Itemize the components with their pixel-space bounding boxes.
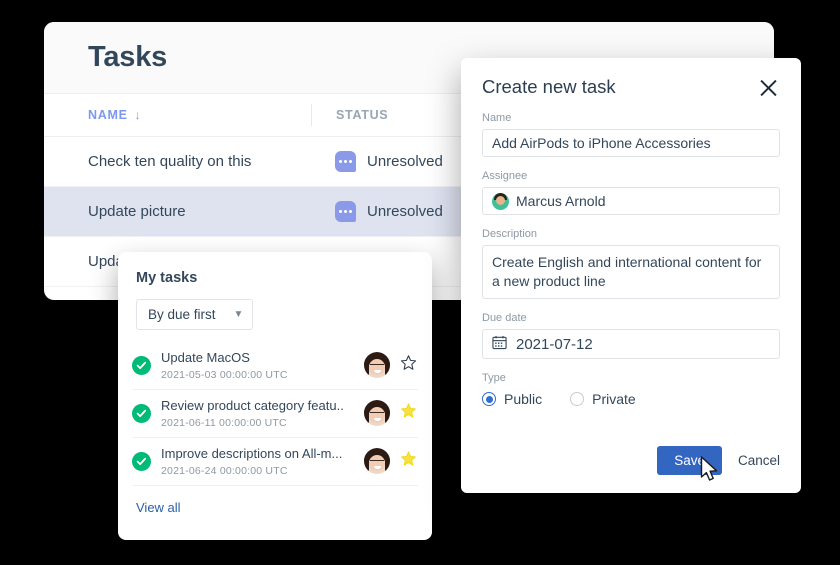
my-tasks-panel: My tasks By due first ▼ Update MacOS 202… <box>118 252 432 540</box>
column-header-name[interactable]: NAME ↓ <box>44 108 311 122</box>
star-filled-icon[interactable] <box>398 450 418 472</box>
comment-bubble-icon <box>335 151 356 172</box>
sort-dropdown[interactable]: By due first ▼ <box>136 299 254 330</box>
field-type: Type Public Private <box>482 372 780 407</box>
task-name: Review product category featu.. <box>161 398 344 413</box>
field-label-assignee: Assignee <box>482 170 528 182</box>
modal-actions: Save Cancel <box>657 446 780 475</box>
task-status-label: Unresolved <box>367 203 443 220</box>
my-tasks-list: Update MacOS 2021-05-03 00:00:00 UTC Rev… <box>118 342 432 486</box>
field-label-name: Name <box>482 112 512 124</box>
avatar <box>364 352 390 378</box>
field-name: Name Add AirPods to iPhone Accessories <box>482 112 780 157</box>
name-input[interactable]: Add AirPods to iPhone Accessories <box>482 129 780 157</box>
avatar <box>364 448 390 474</box>
sort-dropdown-label: By due first <box>148 307 216 322</box>
radio-public-label: Public <box>504 391 543 407</box>
radio-public[interactable]: Public <box>482 391 542 407</box>
sort-descending-icon[interactable]: ↓ <box>135 108 142 122</box>
list-item-text: Review product category featu.. 2021-06-… <box>161 397 360 429</box>
field-label-type: Type <box>482 372 506 384</box>
page-title: Tasks <box>88 41 168 73</box>
modal-header: Create new task <box>482 58 780 99</box>
assignee-input-value: Marcus Arnold <box>516 193 606 209</box>
due-date-value: 2021-07-12 <box>516 335 593 353</box>
radio-public-dot[interactable] <box>482 392 496 406</box>
description-input-value: Create English and international content… <box>492 254 762 289</box>
task-due-date: 2021-05-03 00:00:00 UTC <box>161 369 288 381</box>
task-due-date: 2021-06-11 00:00:00 UTC <box>161 417 287 429</box>
view-all-link[interactable]: View all <box>118 486 432 515</box>
my-tasks-title: My tasks <box>136 270 198 286</box>
close-icon[interactable] <box>758 77 780 99</box>
check-circle-icon[interactable] <box>132 355 151 375</box>
column-header-name-label: NAME <box>88 108 128 122</box>
column-header-status[interactable]: STATUS <box>311 104 388 126</box>
task-name: Update picture <box>88 203 186 220</box>
assignee-input[interactable]: Marcus Arnold <box>482 187 780 215</box>
avatar <box>492 192 509 210</box>
task-name: Check ten quality on this <box>88 153 252 170</box>
radio-private-dot[interactable] <box>570 392 585 406</box>
comment-bubble-icon <box>335 201 356 222</box>
star-outline-icon[interactable] <box>398 354 418 376</box>
radio-private[interactable]: Private <box>570 391 636 407</box>
task-status: Unresolved <box>311 201 443 222</box>
task-status-label: Unresolved <box>367 153 443 170</box>
screenshot-stage: Tasks NAME ↓ STATUS Check ten quality on… <box>0 0 840 565</box>
radio-private-label: Private <box>592 391 636 407</box>
chevron-down-icon: ▼ <box>233 309 244 320</box>
task-due-date: 2021-06-24 00:00:00 UTC <box>161 465 288 477</box>
create-task-modal: Create new task Name Add AirPods to iPho… <box>461 58 801 493</box>
check-circle-icon[interactable] <box>132 451 151 471</box>
calendar-icon <box>492 335 507 353</box>
check-circle-icon[interactable] <box>132 403 151 423</box>
list-item[interactable]: Improve descriptions on All-m... 2021-06… <box>132 438 418 486</box>
modal-title: Create new task <box>482 76 616 97</box>
due-date-input[interactable]: 2021-07-12 <box>482 329 780 359</box>
star-filled-icon[interactable] <box>398 402 418 424</box>
list-item[interactable]: Update MacOS 2021-05-03 00:00:00 UTC <box>132 342 418 390</box>
list-item[interactable]: Review product category featu.. 2021-06-… <box>132 390 418 438</box>
field-label-due-date: Due date <box>482 312 527 324</box>
list-item-text: Update MacOS 2021-05-03 00:00:00 UTC <box>161 349 360 381</box>
my-tasks-sort-area: By due first ▼ <box>118 286 432 342</box>
task-status: Unresolved <box>311 151 443 172</box>
list-item-text: Improve descriptions on All-m... 2021-06… <box>161 445 360 477</box>
description-input[interactable]: Create English and international content… <box>482 245 780 299</box>
field-label-description: Description <box>482 228 538 240</box>
type-radio-group: Public Private <box>482 391 780 407</box>
name-input-value: Add AirPods to iPhone Accessories <box>492 135 711 151</box>
avatar <box>364 400 390 426</box>
task-name: Update MacOS <box>161 350 250 365</box>
field-description: Description Create English and internati… <box>482 228 780 299</box>
field-due-date: Due date 2021-07-12 <box>482 312 780 359</box>
task-name: Improve descriptions on All-m... <box>161 446 343 461</box>
cancel-button[interactable]: Cancel <box>738 453 780 468</box>
field-assignee: Assignee Marcus Arnold <box>482 170 780 215</box>
save-button[interactable]: Save <box>657 446 722 475</box>
